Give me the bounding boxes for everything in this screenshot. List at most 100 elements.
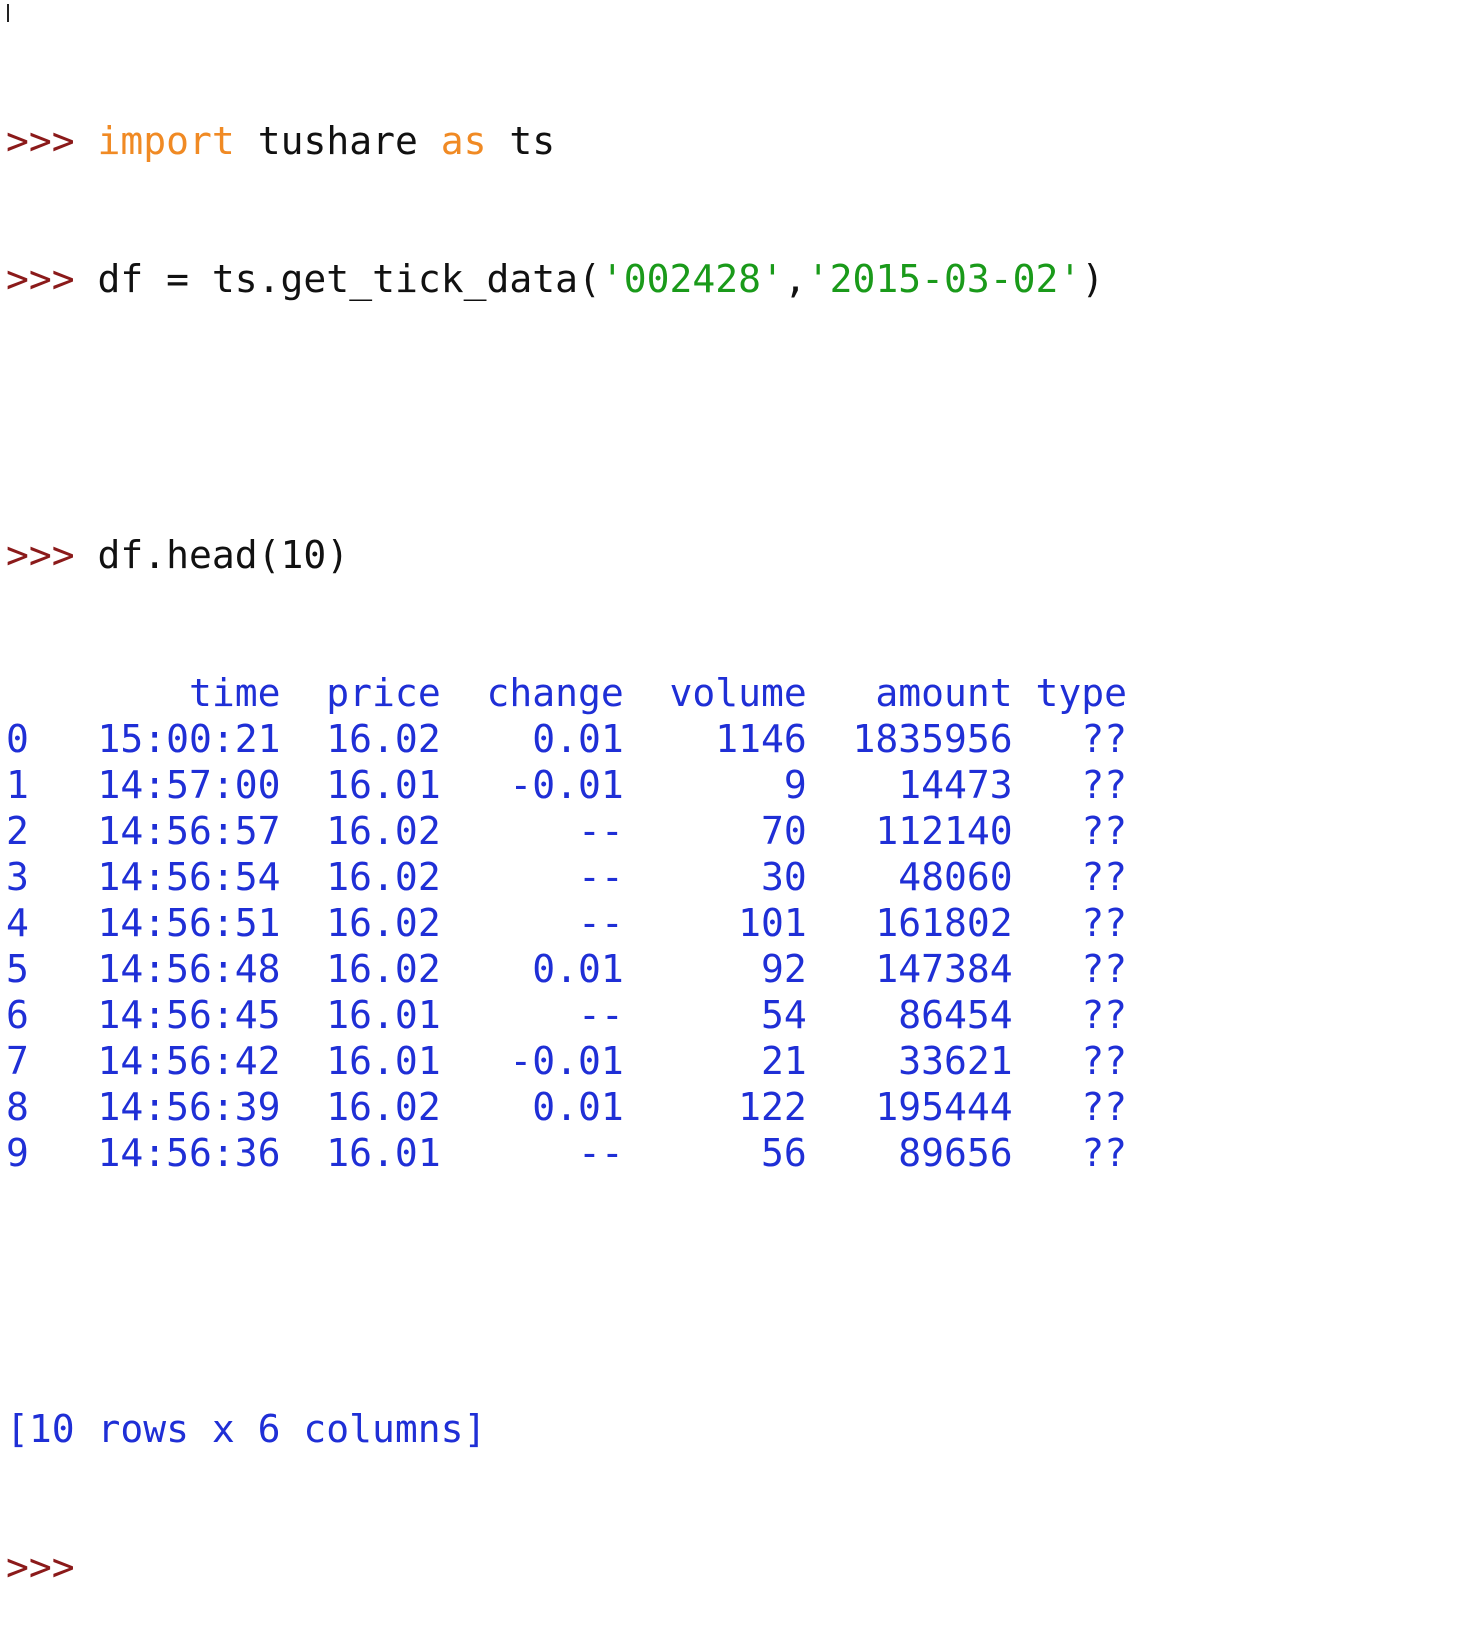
keyword-import: import (97, 119, 235, 163)
table-row: 7 14:56:42 16.01 -0.01 21 33621 ?? (6, 1038, 1127, 1084)
cell-price: 16.01 (280, 1131, 441, 1175)
table-row: 8 14:56:39 16.02 0.01 122 195444 ?? (6, 1084, 1127, 1130)
cell-type: ?? (1012, 1085, 1128, 1129)
dataframe-output: time price change volume amount type 0 15… (6, 670, 1127, 1176)
cell-volume: 122 (623, 1085, 807, 1129)
cell-type: ?? (1012, 993, 1128, 1037)
cell-price: 16.01 (280, 1039, 441, 1083)
cell-time: 14:56:36 (51, 1131, 281, 1175)
row-index: 4 (6, 901, 52, 945)
cell-time: 14:56:51 (51, 901, 281, 945)
cell-amount: 14473 (806, 763, 1013, 807)
cell-change: -- (440, 809, 624, 853)
cell-time: 15:00:21 (51, 717, 281, 761)
table-row: 4 14:56:51 16.02 -- 101 161802 ?? (6, 900, 1127, 946)
text-cursor (7, 4, 9, 22)
cell-volume: 30 (623, 855, 807, 899)
cell-change: -- (440, 901, 624, 945)
code-close-paren: ) (1081, 257, 1105, 301)
cell-amount: 195444 (806, 1085, 1013, 1129)
cell-volume: 21 (623, 1039, 807, 1083)
string-arg-code: '002428' (600, 257, 784, 301)
command-line-import: >>> import tushare as ts (6, 118, 1127, 164)
cell-price: 16.02 (280, 901, 441, 945)
row-index: 1 (6, 763, 52, 807)
table-header-row: time price change volume amount type (6, 670, 1127, 716)
code-text: df = ts.get_tick_data( (97, 257, 601, 301)
cell-amount: 1835956 (806, 717, 1013, 761)
dataframe-summary: [10 rows x 6 columns] (6, 1407, 487, 1451)
cell-amount: 147384 (806, 947, 1013, 991)
cell-price: 16.01 (280, 763, 441, 807)
module-alias: ts (509, 119, 556, 163)
cell-change: -- (440, 993, 624, 1037)
prompt: >>> (6, 1545, 75, 1589)
cell-time: 14:56:54 (51, 855, 281, 899)
cell-amount: 112140 (806, 809, 1013, 853)
table-row: 9 14:56:36 16.01 -- 56 89656 ?? (6, 1130, 1127, 1176)
cell-amount: 33621 (806, 1039, 1013, 1083)
cell-type: ?? (1012, 763, 1128, 807)
cell-type: ?? (1012, 1131, 1128, 1175)
cell-type: ?? (1012, 947, 1128, 991)
cell-price: 16.02 (280, 717, 441, 761)
cell-change: -0.01 (440, 763, 624, 807)
cell-time: 14:57:00 (51, 763, 281, 807)
code-text: df.head(10) (97, 533, 350, 577)
row-index: 7 (6, 1039, 52, 1083)
cell-volume: 1146 (623, 717, 807, 761)
column-header-change: change (440, 671, 624, 715)
cell-volume: 56 (623, 1131, 807, 1175)
column-header-time: time (51, 671, 281, 715)
prompt: >>> (6, 257, 75, 301)
cell-amount: 161802 (806, 901, 1013, 945)
cell-volume: 9 (623, 763, 807, 807)
cell-volume: 70 (623, 809, 807, 853)
table-row: 1 14:57:00 16.01 -0.01 9 14473 ?? (6, 762, 1127, 808)
cell-change: -- (440, 1131, 624, 1175)
row-index: 8 (6, 1085, 52, 1129)
column-header-price: price (280, 671, 441, 715)
cell-time: 14:56:45 (51, 993, 281, 1037)
row-index: 3 (6, 855, 52, 899)
table-row: 6 14:56:45 16.01 -- 54 86454 ?? (6, 992, 1127, 1038)
cell-price: 16.02 (280, 1085, 441, 1129)
cell-volume: 92 (623, 947, 807, 991)
cell-time: 14:56:57 (51, 809, 281, 853)
cell-type: ?? (1012, 809, 1128, 853)
column-header-amount: amount (806, 671, 1013, 715)
cell-price: 16.02 (280, 855, 441, 899)
row-index: 5 (6, 947, 52, 991)
row-index: 0 (6, 717, 52, 761)
cell-amount: 86454 (806, 993, 1013, 1037)
cell-type: ?? (1012, 901, 1128, 945)
table-row: 0 15:00:21 16.02 0.01 1146 1835956 ?? (6, 716, 1127, 762)
cell-type: ?? (1012, 855, 1128, 899)
command-line-get-tick-data: >>> df = ts.get_tick_data('002428','2015… (6, 256, 1127, 302)
cell-type: ?? (1012, 717, 1128, 761)
cell-price: 16.02 (280, 809, 441, 853)
cell-time: 14:56:48 (51, 947, 281, 991)
cell-change: -- (440, 855, 624, 899)
cell-price: 16.01 (280, 993, 441, 1037)
cell-amount: 89656 (806, 1131, 1013, 1175)
cell-change: 0.01 (440, 947, 624, 991)
table-row: 5 14:56:48 16.02 0.01 92 147384 ?? (6, 946, 1127, 992)
table-row: 2 14:56:57 16.02 -- 70 112140 ?? (6, 808, 1127, 854)
code-separator: , (783, 257, 807, 301)
cell-change: 0.01 (440, 717, 624, 761)
column-header-type: type (1012, 671, 1128, 715)
module-name: tushare (257, 119, 418, 163)
command-line-empty[interactable]: >>> (6, 1544, 1127, 1590)
row-index: 9 (6, 1131, 52, 1175)
string-arg-date: '2015-03-02' (806, 257, 1082, 301)
table-row: 3 14:56:54 16.02 -- 30 48060 ?? (6, 854, 1127, 900)
cell-type: ?? (1012, 1039, 1128, 1083)
index-header-spacer (6, 671, 52, 715)
row-index: 6 (6, 993, 52, 1037)
python-console[interactable]: >>> import tushare as ts >>> df = ts.get… (6, 26, 1127, 1636)
prompt: >>> (6, 119, 75, 163)
cell-volume: 101 (623, 901, 807, 945)
cell-price: 16.02 (280, 947, 441, 991)
